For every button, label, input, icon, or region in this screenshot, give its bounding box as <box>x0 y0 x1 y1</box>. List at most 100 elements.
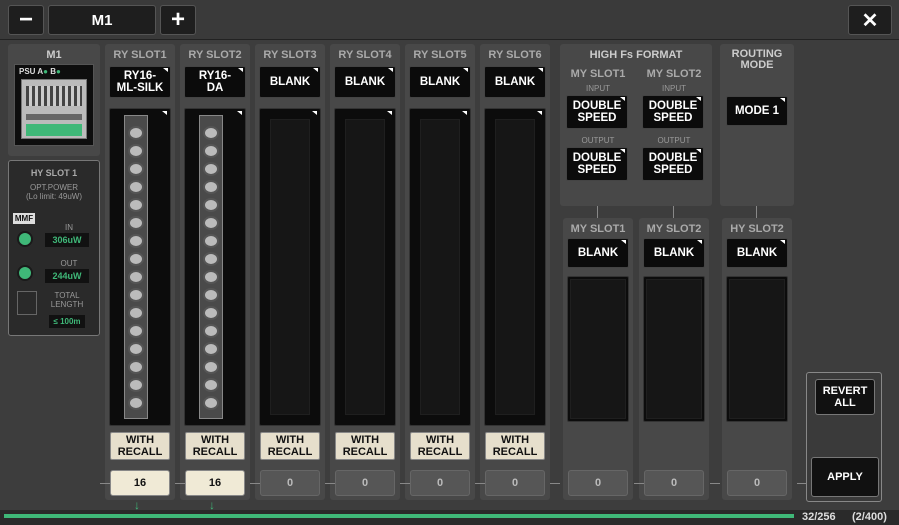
channel-count-button[interactable]: 0 <box>568 470 628 496</box>
ry-slot-card-select-button[interactable]: BLANK <box>259 66 321 98</box>
ry-slot-header: RY SLOT2 <box>188 49 242 61</box>
ry-slot-column: RY SLOT1 RY16- ML-SILK WITH RECALL 16 <box>105 44 175 500</box>
my-slot2-output-label: OUTPUT <box>657 136 691 145</box>
channel-count-button[interactable]: 16 <box>110 470 170 496</box>
card-illustration <box>124 115 148 419</box>
lower-slot-card-select-button[interactable]: BLANK <box>643 238 705 268</box>
ry-slot-card-view[interactable] <box>259 108 321 426</box>
down-arrow-icon: ↓ <box>209 498 215 512</box>
total-count: (2/400) <box>852 511 887 523</box>
my-slot2-input-label: INPUT <box>662 84 686 93</box>
ry-slot-column: RY SLOT6 BLANK WITH RECALL 0 <box>480 44 550 500</box>
lower-slot-column: MY SLOT1 BLANK 0 <box>563 218 633 500</box>
my-slot2-header: MY SLOT2 <box>646 68 702 80</box>
ry-slot-column: RY SLOT5 BLANK WITH RECALL 0 <box>405 44 475 500</box>
ry-slot-header: RY SLOT4 <box>338 49 392 61</box>
mmf-badge: MMF <box>13 213 35 224</box>
channel-count-button[interactable]: 0 <box>410 470 470 496</box>
channel-count-button[interactable]: 16 <box>185 470 245 496</box>
high-fs-title: HIGH Fs FORMAT <box>589 49 683 61</box>
previous-unit-button[interactable]: − <box>8 5 44 35</box>
lower-slot-header: HY SLOT2 <box>730 223 784 235</box>
next-unit-button[interactable]: + <box>160 5 196 35</box>
with-recall-button[interactable]: WITH RECALL <box>185 432 245 460</box>
unit-illustration <box>21 79 87 139</box>
hy-slot1-panel: HY SLOT 1 OPT.POWER (Lo limit: 49uW) MMF… <box>8 160 100 336</box>
ry-slot-card-view[interactable] <box>109 108 171 426</box>
length-label: LENGTH <box>50 300 84 309</box>
close-button[interactable]: ✕ <box>848 5 892 35</box>
length-value: ≤ 100m <box>49 315 85 328</box>
out-label: OUT <box>60 259 78 268</box>
routing-mode-title: ROUTING MODE <box>731 48 783 71</box>
ry-slot-header: RY SLOT3 <box>263 49 317 61</box>
ry-slot-card-select-button[interactable]: RY16- DA <box>184 66 246 98</box>
in-value: 306uW <box>45 233 89 247</box>
out-port-icon <box>17 265 33 281</box>
with-recall-button[interactable]: WITH RECALL <box>260 432 320 460</box>
ry-slot-card-view[interactable] <box>334 108 396 426</box>
in-label: IN <box>65 223 73 232</box>
with-recall-button[interactable]: WITH RECALL <box>410 432 470 460</box>
channel-count-button[interactable]: 0 <box>644 470 704 496</box>
ry-slot-header: RY SLOT1 <box>113 49 167 61</box>
my-slot1-output-label: OUTPUT <box>581 136 615 145</box>
psu-indicator: PSU A● B● <box>19 67 61 76</box>
lower-slot-card-select-button[interactable]: BLANK <box>567 238 629 268</box>
ry-slot-column: RY SLOT3 BLANK WITH RECALL 0 <box>255 44 325 500</box>
hy-slot1-title: HY SLOT 1 <box>30 168 78 178</box>
ry-slot-card-select-button[interactable]: BLANK <box>409 66 471 98</box>
ry-slot-column: RY SLOT2 RY16- DA WITH RECALL 16 <box>180 44 250 500</box>
lo-limit-label: (Lo limit: 49uW) <box>25 192 82 201</box>
m1-title: M1 <box>46 49 62 61</box>
ry-slot-card-select-button[interactable]: BLANK <box>484 66 546 98</box>
my-slot2-output-format-button[interactable]: DOUBLE SPEED <box>642 147 704 181</box>
lower-slot-column: MY SLOT2 BLANK 0 <box>639 218 709 500</box>
revert-all-button[interactable]: REVERT ALL <box>815 379 875 415</box>
lower-slot-column: HY SLOT2 BLANK 0 <box>722 218 792 500</box>
ry-slot-header: RY SLOT5 <box>413 49 467 61</box>
lower-slot-card-view[interactable] <box>643 276 705 422</box>
with-recall-button[interactable]: WITH RECALL <box>335 432 395 460</box>
lower-slot-card-view[interactable] <box>567 276 629 422</box>
high-fs-format-panel: HIGH Fs FORMAT MY SLOT1 MY SLOT2 INPUT I… <box>560 44 712 206</box>
channel-count-button[interactable]: 0 <box>727 470 787 496</box>
in-port-icon <box>17 231 33 247</box>
with-recall-button[interactable]: WITH RECALL <box>485 432 545 460</box>
ry-slot-card-select-button[interactable]: RY16- ML-SILK <box>109 66 171 98</box>
my-slot2-input-format-button[interactable]: DOUBLE SPEED <box>642 95 704 129</box>
channel-count: 32/256 <box>802 511 836 523</box>
ry-slot-column: RY SLOT4 BLANK WITH RECALL 0 <box>330 44 400 500</box>
my-slot1-output-format-button[interactable]: DOUBLE SPEED <box>566 147 628 181</box>
lower-slot-header: MY SLOT1 <box>570 223 626 235</box>
unit-name-display[interactable]: M1 <box>48 5 156 35</box>
channel-count-button[interactable]: 0 <box>485 470 545 496</box>
channel-count-button[interactable]: 0 <box>260 470 320 496</box>
bottom-bar: 32/256 (2/400) <box>0 510 899 525</box>
routing-mode-panel: ROUTING MODE MODE 1 <box>720 44 794 206</box>
card-illustration <box>199 115 223 419</box>
channel-usage-bar <box>4 514 794 518</box>
m1-panel: M1 PSU A● B● <box>8 44 100 156</box>
unit-image-button[interactable]: PSU A● B● <box>14 64 94 146</box>
down-arrow-icon: ↓ <box>134 498 140 512</box>
channel-count-button[interactable]: 0 <box>335 470 395 496</box>
lower-slot-card-select-button[interactable]: BLANK <box>726 238 788 268</box>
my-slot1-header: MY SLOT1 <box>570 68 626 80</box>
my-slot1-input-label: INPUT <box>586 84 610 93</box>
lower-slot-card-view[interactable] <box>726 276 788 422</box>
ry-slot-card-view[interactable] <box>184 108 246 426</box>
ry-slot-card-view[interactable] <box>409 108 471 426</box>
lower-slot-header: MY SLOT2 <box>646 223 702 235</box>
with-recall-button[interactable]: WITH RECALL <box>110 432 170 460</box>
routing-mode-button[interactable]: MODE 1 <box>726 96 788 126</box>
ry-slot-header: RY SLOT6 <box>488 49 542 61</box>
apply-button[interactable]: APPLY <box>811 457 879 497</box>
ry-slot-card-select-button[interactable]: BLANK <box>334 66 396 98</box>
top-bar: − M1 + ✕ <box>0 0 899 40</box>
action-panel: REVERT ALL APPLY <box>806 372 882 502</box>
opt-power-label: OPT.POWER <box>29 183 78 192</box>
ry-slot-card-view[interactable] <box>484 108 546 426</box>
my-slot1-input-format-button[interactable]: DOUBLE SPEED <box>566 95 628 129</box>
total-label: TOTAL <box>54 291 80 300</box>
